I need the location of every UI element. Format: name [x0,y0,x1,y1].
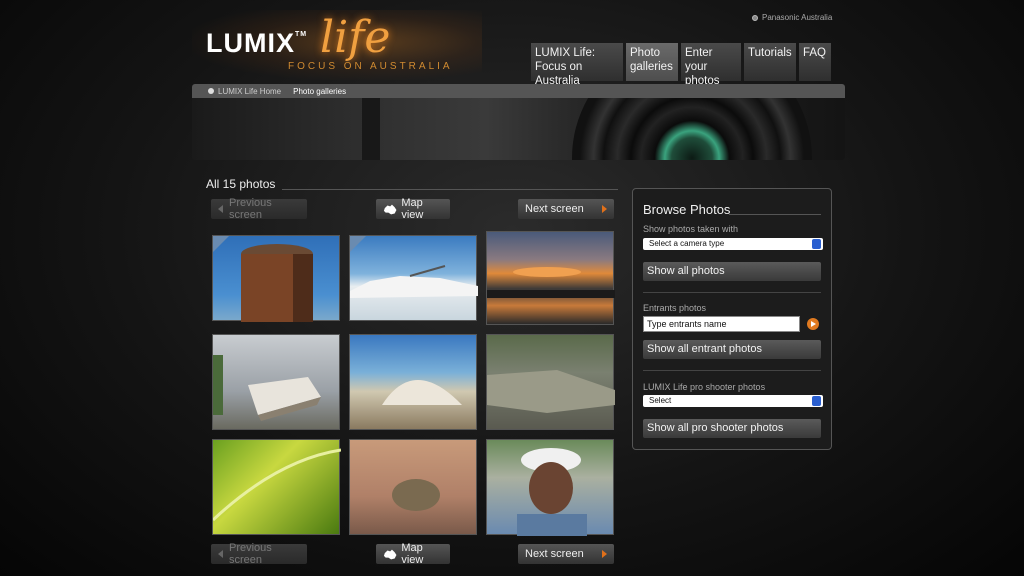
nav-item-faq[interactable]: FAQ [799,43,831,81]
frog-image [392,479,440,511]
photo-thumbnail-portrait[interactable] [486,439,614,536]
browse-photos-title: Browse Photos [643,202,731,217]
sidebar-divider [643,370,821,371]
breadcrumb-home[interactable]: LUMIX Life Home [218,87,281,96]
next-screen-button-bottom[interactable]: Next screen [518,544,614,564]
map-view-label: Map view [401,542,424,566]
browse-title-divider [729,214,821,215]
logo-tagline: FOCUS ON AUSTRALIA [288,61,453,72]
sidebar-divider [643,292,821,293]
pro-badge-icon [213,236,229,252]
boat-image [213,355,321,421]
previous-screen-button[interactable]: Previous screen [211,197,307,221]
camera-type-select[interactable]: Select a camera type [643,238,823,250]
browse-photos-panel: Browse Photos Show photos taken with Sel… [632,188,832,450]
photo-thumbnail-sunset[interactable] [486,231,615,325]
pro-shooter-value: Select [649,396,672,405]
pro-shooter-select[interactable]: Select [643,395,823,407]
nav-item-home[interactable]: LUMIX Life: Focus on Australia [531,43,623,87]
logo-lumix: LUMIXTM [206,28,308,58]
hero-banner [192,98,845,160]
next-screen-button[interactable]: Next screen [518,199,614,219]
pro-shooter-label: LUMIX Life pro shooter photos [643,382,766,392]
previous-screen-label: Previous screen [229,542,272,566]
breadcrumb: LUMIX Life Home Photo galleries [192,84,845,98]
photo-thumbnail-boat[interactable] [212,334,340,430]
camera-filter-label: Show photos taken with [643,224,739,234]
show-all-entrant-photos-button[interactable]: Show all entrant photos [643,340,821,359]
camera-lens-image [572,98,812,160]
nav-item-tutorials[interactable]: Tutorials [744,43,796,81]
photo-thumbnail-water-tank[interactable] [212,235,340,322]
map-view-label: Map view [401,197,424,221]
crocodile-image [487,370,615,413]
arrow-right-icon [602,550,607,558]
globe-icon [752,14,758,21]
logo-tm: TM [295,31,308,38]
entrant-name-input[interactable] [643,316,800,332]
show-all-photos-button[interactable]: Show all photos [643,262,821,281]
next-screen-label: Next screen [525,548,584,560]
previous-screen-label: Previous screen [229,197,272,221]
australia-map-icon [383,204,397,214]
panasonic-link[interactable]: Panasonic Australia [752,13,832,22]
sunset-image [487,267,615,298]
logo-life: life [320,12,391,63]
portrait-image [517,448,587,536]
photo-thumbnail-crocodile[interactable] [486,334,615,430]
gallery-title: All 15 photos [206,177,276,191]
photo-thumbnail-salt-pile[interactable] [349,235,478,321]
salt-pile-image [350,265,478,298]
photo-thumbnail-leaf[interactable] [211,439,342,535]
photo-thumbnail-frog[interactable] [349,439,477,535]
select-arrows-icon [812,396,821,406]
arrow-right-icon [602,205,607,213]
go-arrow-button[interactable] [807,318,819,330]
rusty-tank-image [241,244,313,322]
nav-item-enter-photos[interactable]: Enter your photos [681,43,741,87]
arrow-left-icon [218,205,223,213]
camera-type-value: Select a camera type [649,239,725,248]
pro-badge-icon [350,236,366,252]
map-view-button[interactable]: Map view [376,197,450,221]
australia-map-icon [383,549,397,559]
leaf-image [211,448,342,522]
photo-thumbnail-shell[interactable] [349,334,477,430]
select-arrows-icon [812,239,821,249]
logo[interactable]: LUMIXTM life FOCUS ON AUSTRALIA [192,10,482,80]
map-view-button-bottom[interactable]: Map view [376,542,450,566]
breadcrumb-current: Photo galleries [293,86,347,96]
banner-strip [362,98,380,160]
show-all-pro-shooter-photos-button[interactable]: Show all pro shooter photos [643,419,821,438]
panasonic-link-label: Panasonic Australia [762,13,833,22]
gallery-divider [282,189,618,190]
nav-item-photo-galleries[interactable]: Photo galleries [626,43,678,81]
shell-image [382,380,462,405]
entrants-label: Entrants photos [643,303,707,313]
home-arrow-icon [208,88,214,94]
arrow-left-icon [218,550,223,558]
main-nav: LUMIX Life: Focus on Australia Photo gal… [531,43,831,87]
next-screen-label: Next screen [525,203,584,215]
previous-screen-button-bottom[interactable]: Previous screen [211,542,307,566]
